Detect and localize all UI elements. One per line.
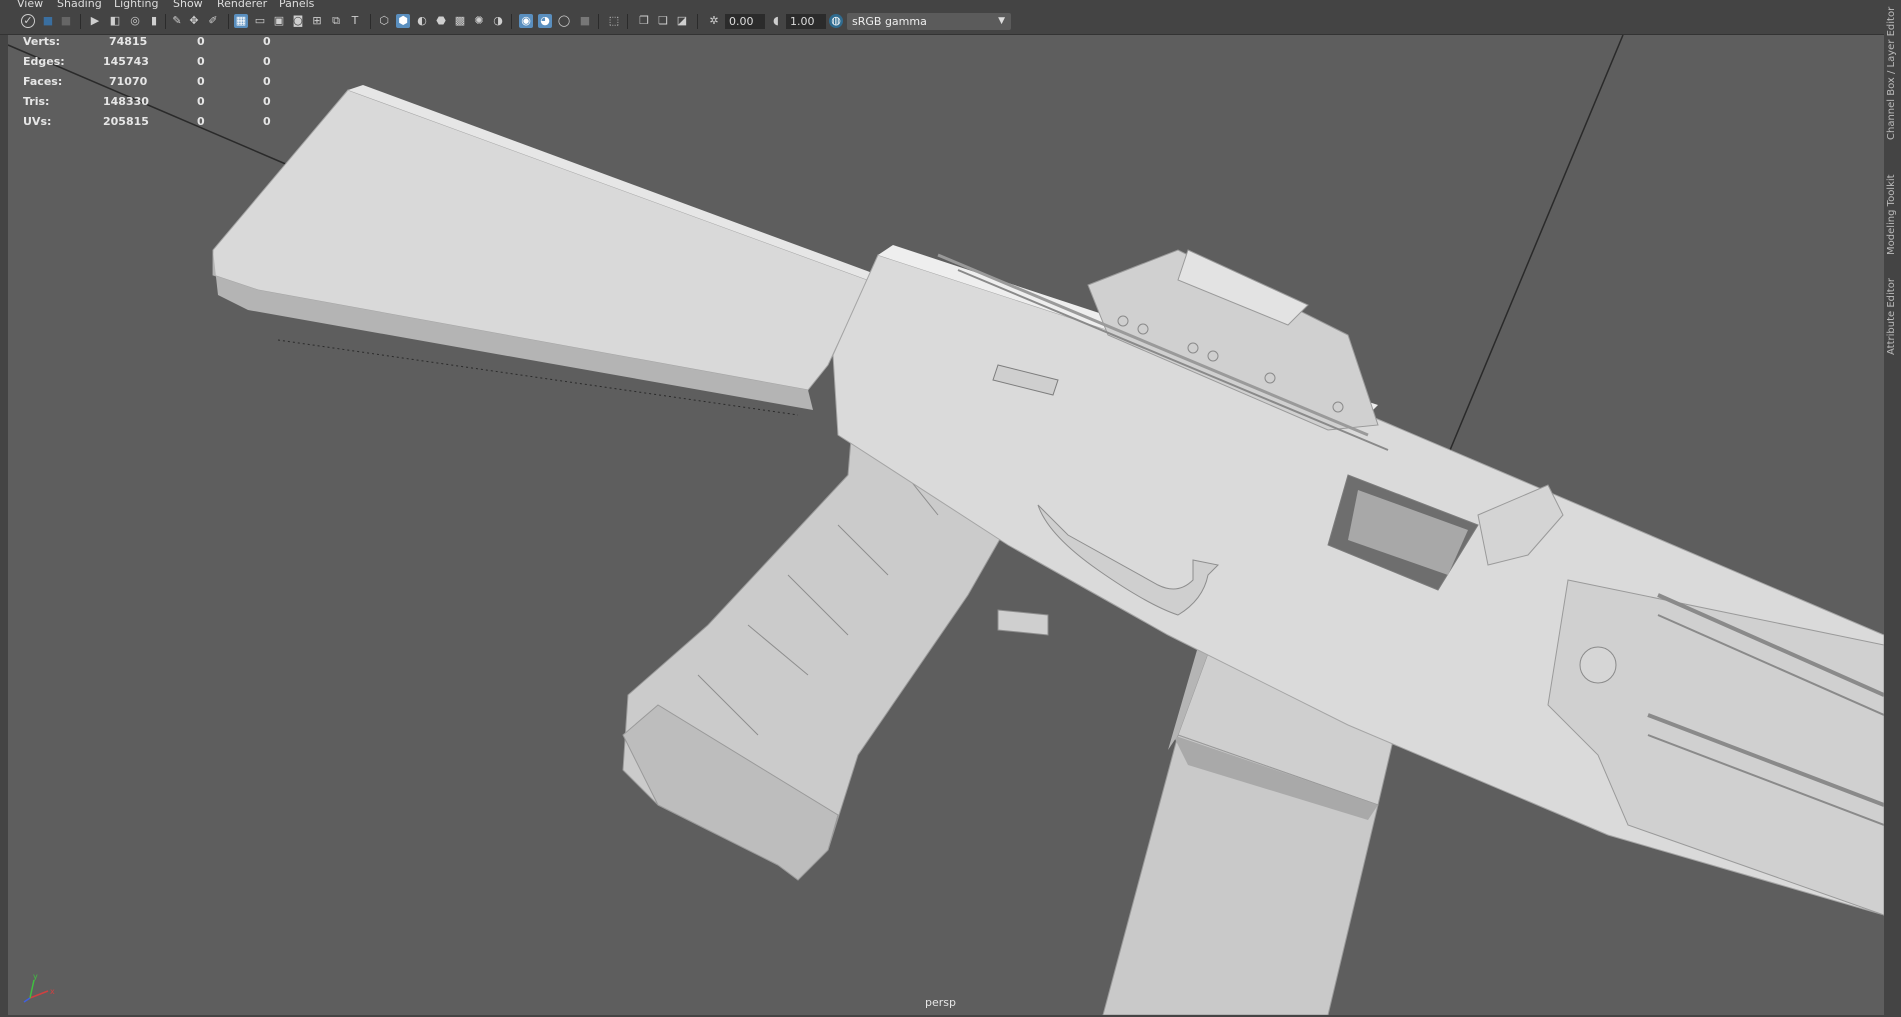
menu-bar: View Shading Lighting Show Renderer Pane… (0, 0, 1901, 10)
wireframe-icon[interactable]: ⬡ (377, 14, 391, 28)
camera-icon[interactable]: ▶ (88, 14, 102, 28)
smooth-shade-icon[interactable]: ⬢ (396, 14, 410, 28)
hud-label: Edges: (23, 55, 65, 68)
viewport[interactable] (8, 35, 1884, 1015)
hud-row-edges: Edges: 145743 0 0 (23, 55, 293, 69)
tab-channel-box[interactable]: Channel Box / Layer Editor (1886, 0, 1897, 140)
camera-label: persp (925, 996, 956, 1009)
grid-line (1447, 35, 1624, 456)
depth-of-field-icon[interactable]: ■ (578, 14, 592, 28)
lock-camera-icon[interactable]: ■ (41, 14, 55, 28)
hud-row-faces: Faces: 71070 0 0 (23, 75, 293, 89)
tab-modeling-toolkit[interactable]: Modeling Toolkit (1886, 160, 1897, 255)
hud-value: 148330 (103, 95, 149, 108)
hud-label: Faces: (23, 75, 63, 88)
camera-attributes-icon[interactable]: ■ (59, 14, 73, 28)
tab-attribute-editor[interactable]: Attribute Editor (1886, 270, 1897, 355)
color-space-value: sRGB gamma (852, 15, 927, 28)
field-chart-icon[interactable]: ⊞ (310, 14, 324, 28)
menu-renderer[interactable]: Renderer (217, 0, 267, 10)
right-dock (1884, 0, 1901, 1017)
paint-tool-icon[interactable]: ✐ (206, 14, 220, 28)
hud-value: 0 (197, 95, 205, 108)
hud-value: 74815 (109, 35, 148, 48)
exposure-icon[interactable]: ✲ (707, 14, 721, 28)
hud-row-uvs: UVs: 205815 0 0 (23, 115, 293, 129)
menu-view[interactable]: View (17, 0, 43, 10)
grid-icon[interactable]: ▦ (234, 14, 248, 28)
lights-icon[interactable]: ✺ (472, 14, 486, 28)
2d-pan-zoom-icon[interactable]: ✥ (187, 14, 201, 28)
hud-row-verts: Verts: 74815 0 0 (23, 35, 293, 49)
x-axis-label: x (50, 987, 55, 996)
gate-mask-icon[interactable]: ◙ (291, 14, 305, 28)
toolbar-separator (511, 14, 512, 29)
textured-icon[interactable]: ▩ (453, 14, 467, 28)
xray-active-icon[interactable]: ❏ (656, 14, 670, 28)
antialiasing-icon[interactable]: ◯ (557, 14, 571, 28)
menu-lighting[interactable]: Lighting (114, 0, 158, 10)
resolution-gate-icon[interactable]: ▣ (272, 14, 286, 28)
toolbar-separator (165, 14, 166, 29)
toolbar-separator (697, 14, 698, 29)
color-space-dropdown[interactable]: sRGB gamma ▼ (847, 13, 1011, 30)
gamma-field[interactable]: 1.00 (786, 14, 826, 29)
hud-value: 0 (197, 35, 205, 48)
safe-action-icon[interactable]: ⧉ (329, 14, 343, 28)
film-gate-display-icon[interactable]: ▭ (253, 14, 267, 28)
axis-gizmo: x y (23, 972, 55, 1003)
safe-title-icon[interactable]: T (348, 14, 362, 28)
x-axis-line (29, 990, 49, 999)
hud-value: 0 (197, 115, 205, 128)
y-axis-label: y (33, 972, 38, 981)
hud-value: 0 (263, 55, 271, 68)
hud-row-tris: Tris: 148330 0 0 (23, 95, 293, 109)
hud-label: UVs: (23, 115, 52, 128)
panel-toolbar: ✓ ■ ■ ▶ ◧ ◎ ▮ ✎ ✥ ✐ ▦ ▭ ▣ ◙ ⊞ ⧉ T ⬡ ⬢ ◐ … (0, 10, 1901, 35)
wireframe-on-shaded-icon[interactable]: ⬣ (434, 14, 448, 28)
hud-label: Verts: (23, 35, 61, 48)
toolbar-separator (598, 14, 599, 29)
gamma-icon[interactable]: ◖ (769, 14, 783, 28)
grease-pencil-icon[interactable]: ✎ (170, 14, 184, 28)
hud-value: 205815 (103, 115, 149, 128)
bookmark-icon[interactable]: ▮ (147, 14, 161, 28)
hud-value: 71070 (109, 75, 148, 88)
y-axis-line (29, 979, 35, 999)
hud-value: 0 (263, 115, 271, 128)
isolate-select-icon[interactable]: ⬚ (607, 14, 621, 28)
backface-culling-icon[interactable]: ◪ (675, 14, 689, 28)
menu-panels[interactable]: Panels (279, 0, 314, 10)
hud-value: 0 (197, 55, 205, 68)
chevron-down-icon: ▼ (998, 16, 1005, 26)
toolbar-separator (370, 14, 371, 29)
xray-joints-icon[interactable]: ❐ (637, 14, 651, 28)
default-material-icon[interactable]: ◐ (415, 14, 429, 28)
gun-model (8, 35, 1884, 1015)
bookmark-camera-icon[interactable]: ◧ (108, 14, 122, 28)
hud-value: 0 (263, 35, 271, 48)
shadows-icon[interactable]: ◑ (491, 14, 505, 28)
film-gate-icon[interactable]: ◎ (128, 14, 142, 28)
hud-label: Tris: (23, 95, 50, 108)
z-axis-line (23, 997, 31, 1003)
menu-show[interactable]: Show (173, 0, 203, 10)
toolbar-separator (228, 14, 229, 29)
stock (212, 85, 878, 410)
ambient-occlusion-icon[interactable]: ◕ (538, 14, 552, 28)
exposure-field[interactable]: 0.00 (725, 14, 765, 29)
xray-icon[interactable]: ◉ (519, 14, 533, 28)
toolbar-separator (80, 14, 81, 29)
hud-value: 0 (263, 75, 271, 88)
toolbar-separator (627, 14, 628, 29)
menu-shading[interactable]: Shading (57, 0, 102, 10)
select-camera-icon[interactable]: ✓ (21, 14, 35, 28)
hud-value: 0 (263, 95, 271, 108)
color-management-icon[interactable]: ◍ (829, 14, 843, 28)
hud-value: 145743 (103, 55, 149, 68)
hud-value: 0 (197, 75, 205, 88)
